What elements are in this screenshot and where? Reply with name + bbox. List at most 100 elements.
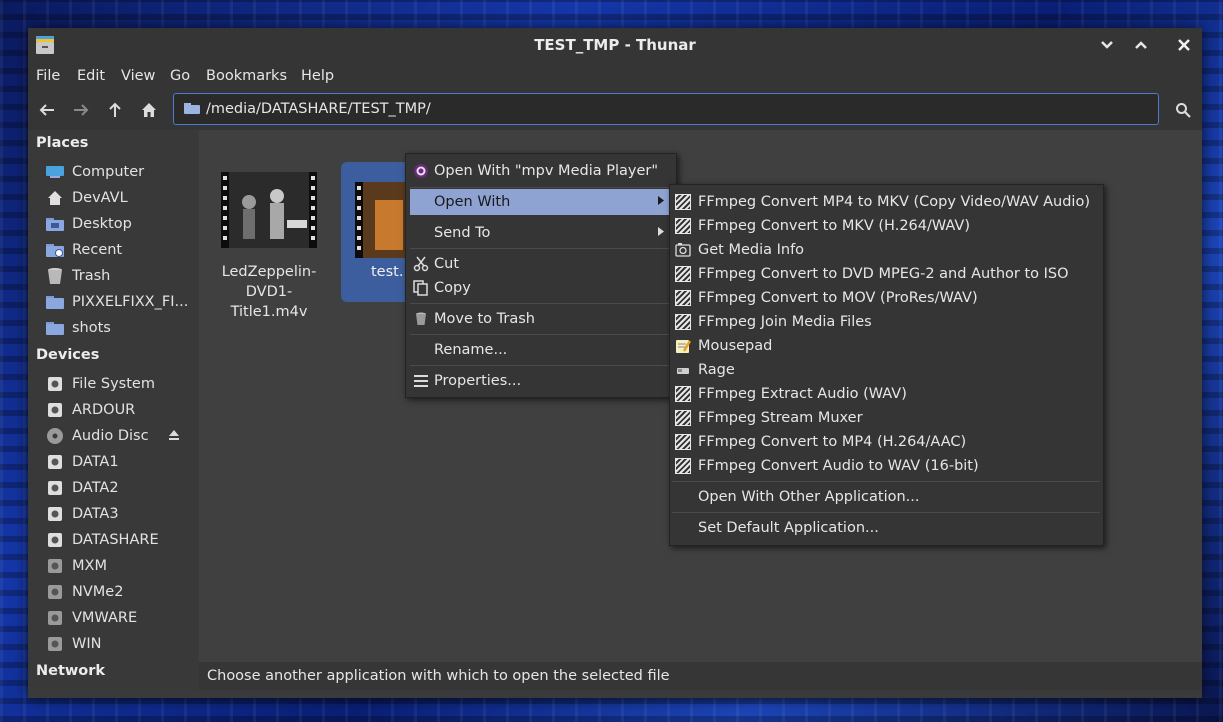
sidebar-item-label: ARDOUR: [72, 402, 136, 418]
submenu-arrow-icon: [658, 227, 664, 239]
submenu-item-label: FFmpeg Stream Muxer: [698, 410, 863, 426]
menu-item-label: Move to Trash: [434, 311, 535, 327]
folder-icon: [46, 322, 64, 335]
computer-icon: [46, 166, 64, 178]
close-button[interactable]: [1172, 34, 1196, 56]
sidebar-item-pixxelfixx[interactable]: PIXXELFIXX_FI...: [44, 291, 194, 313]
location-bar[interactable]: [173, 93, 1159, 125]
sidebar-item-label: DevAVL: [72, 190, 128, 206]
submenu-item-label: FFmpeg Convert to DVD MPEG-2 and Author …: [698, 266, 1069, 282]
drive-icon: [48, 403, 62, 417]
forward-button[interactable]: [70, 99, 92, 121]
menu-item-open-with[interactable]: Open With: [410, 189, 672, 215]
menu-separator: [410, 187, 672, 188]
menu-file[interactable]: File: [36, 68, 60, 84]
submenu-item-ffmpeg-mp4-to-mkv[interactable]: FFmpeg Convert MP4 to MKV (Copy Video/WA…: [672, 190, 1100, 214]
status-bar: Choose another application with which to…: [199, 662, 1202, 690]
menu-go[interactable]: Go: [170, 68, 190, 84]
arrow-left-icon: [39, 104, 54, 116]
menu-item-open-with-default[interactable]: Open With "mpv Media Player": [410, 158, 672, 184]
sidebar-item-datashare[interactable]: DATASHARE: [44, 529, 194, 551]
sidebar-item-data1[interactable]: DATA1: [44, 451, 194, 473]
search-button[interactable]: [1172, 99, 1194, 121]
arrow-right-icon: [74, 104, 89, 116]
submenu-item-rage[interactable]: Rage: [672, 358, 1100, 382]
home-button[interactable]: [138, 99, 160, 121]
menu-item-move-to-trash[interactable]: Move to Trash: [410, 306, 672, 332]
submenu-item-ffmpeg-mov[interactable]: FFmpeg Convert to MOV (ProRes/WAV): [672, 286, 1100, 310]
menu-item-copy[interactable]: Copy: [410, 275, 672, 301]
menu-item-rename[interactable]: Rename...: [410, 337, 672, 363]
ffmpeg-icon: [675, 266, 691, 282]
sidebar-item-nvme2[interactable]: NVMe2: [44, 581, 194, 603]
sidebar-item-shots[interactable]: shots: [44, 317, 194, 339]
submenu-item-ffmpeg-mkv[interactable]: FFmpeg Convert to MKV (H.264/WAV): [672, 214, 1100, 238]
menu-help[interactable]: Help: [301, 68, 334, 84]
submenu-item-mousepad[interactable]: Mousepad: [672, 334, 1100, 358]
sidebar-item-trash[interactable]: Trash: [44, 265, 194, 287]
sidebar-item-mxm[interactable]: MXM: [44, 555, 194, 577]
ffmpeg-icon: [675, 218, 691, 234]
folder-icon: [184, 103, 200, 114]
sidebar-item-file-system[interactable]: File System: [44, 373, 194, 395]
sidebar-item-label: VMWARE: [72, 610, 138, 626]
menu-bookmarks[interactable]: Bookmarks: [206, 68, 287, 84]
submenu-item-label: FFmpeg Convert MP4 to MKV (Copy Video/WA…: [698, 194, 1090, 210]
back-button[interactable]: [36, 99, 58, 121]
submenu-item-set-default[interactable]: Set Default Application...: [672, 516, 1100, 540]
sidebar-item-desktop[interactable]: Desktop: [44, 213, 194, 235]
drive-icon: [48, 533, 62, 547]
drive-icon: [48, 559, 62, 573]
menu-item-send-to[interactable]: Send To: [410, 220, 672, 246]
toolbar: [28, 90, 1202, 130]
drive-icon: [48, 481, 62, 495]
menu-item-label: Copy: [434, 280, 471, 296]
submenu-item-get-media-info[interactable]: Get Media Info: [672, 238, 1100, 262]
ffmpeg-icon: [675, 410, 691, 426]
minimize-button[interactable]: [1095, 34, 1119, 56]
menu-item-properties[interactable]: Properties...: [410, 368, 672, 394]
submenu-item-ffmpeg-stream-muxer[interactable]: FFmpeg Stream Muxer: [672, 406, 1100, 430]
sidebar-item-win[interactable]: WIN: [44, 633, 194, 655]
location-input[interactable]: [204, 97, 1108, 121]
drive-icon: [48, 611, 62, 625]
menu-edit[interactable]: Edit: [77, 68, 105, 84]
menu-item-cut[interactable]: Cut: [410, 251, 672, 277]
open-with-submenu: FFmpeg Convert MP4 to MKV (Copy Video/WA…: [669, 184, 1104, 546]
menu-item-label: Open With: [434, 194, 511, 210]
submenu-item-label: FFmpeg Convert Audio to WAV (16-bit): [698, 458, 979, 474]
devices-heading: Devices: [36, 347, 100, 363]
menu-separator: [672, 481, 1100, 482]
submenu-item-label: Get Media Info: [698, 242, 805, 258]
properties-icon: [414, 375, 428, 387]
up-button[interactable]: [104, 99, 126, 121]
submenu-item-ffmpeg-join[interactable]: FFmpeg Join Media Files: [672, 310, 1100, 334]
title-bar[interactable]: TEST_TMP - Thunar: [28, 28, 1202, 62]
mpv-icon: [414, 164, 428, 178]
sidebar-item-label: NVMe2: [72, 584, 124, 600]
menu-view[interactable]: View: [121, 68, 155, 84]
sidebar-item-vmware[interactable]: VMWARE: [44, 607, 194, 629]
drive-icon: [48, 455, 62, 469]
sidebar-item-recent[interactable]: Recent: [44, 239, 194, 261]
sidebar-item-ardour[interactable]: ARDOUR: [44, 399, 194, 421]
eject-button[interactable]: [168, 429, 182, 443]
menu-separator: [410, 303, 672, 304]
sidebar-item-devavl[interactable]: DevAVL: [44, 187, 194, 209]
sidebar-item-computer[interactable]: Computer: [44, 161, 194, 183]
submenu-item-ffmpeg-mp4[interactable]: FFmpeg Convert to MP4 (H.264/AAC): [672, 430, 1100, 454]
drive-icon: [48, 377, 62, 391]
maximize-button[interactable]: [1129, 34, 1153, 56]
menu-separator: [410, 365, 672, 366]
submenu-item-ffmpeg-audio-wav[interactable]: FFmpeg Convert Audio to WAV (16-bit): [672, 454, 1100, 478]
sidebar-item-data3[interactable]: DATA3: [44, 503, 194, 525]
submenu-item-other-application[interactable]: Open With Other Application...: [672, 485, 1100, 509]
sidebar-item-data2[interactable]: DATA2: [44, 477, 194, 499]
scissors-icon: [413, 256, 429, 272]
sidebar-item-label: DATA3: [72, 506, 119, 522]
submenu-item-ffmpeg-extract-audio[interactable]: FFmpeg Extract Audio (WAV): [672, 382, 1100, 406]
file-item-ledzeppelin[interactable]: LedZeppelin- DVD1-Title1.m4v: [209, 172, 329, 322]
submenu-item-ffmpeg-dvd[interactable]: FFmpeg Convert to DVD MPEG-2 and Author …: [672, 262, 1100, 286]
chevron-down-icon: [1101, 41, 1113, 49]
ffmpeg-icon: [675, 458, 691, 474]
